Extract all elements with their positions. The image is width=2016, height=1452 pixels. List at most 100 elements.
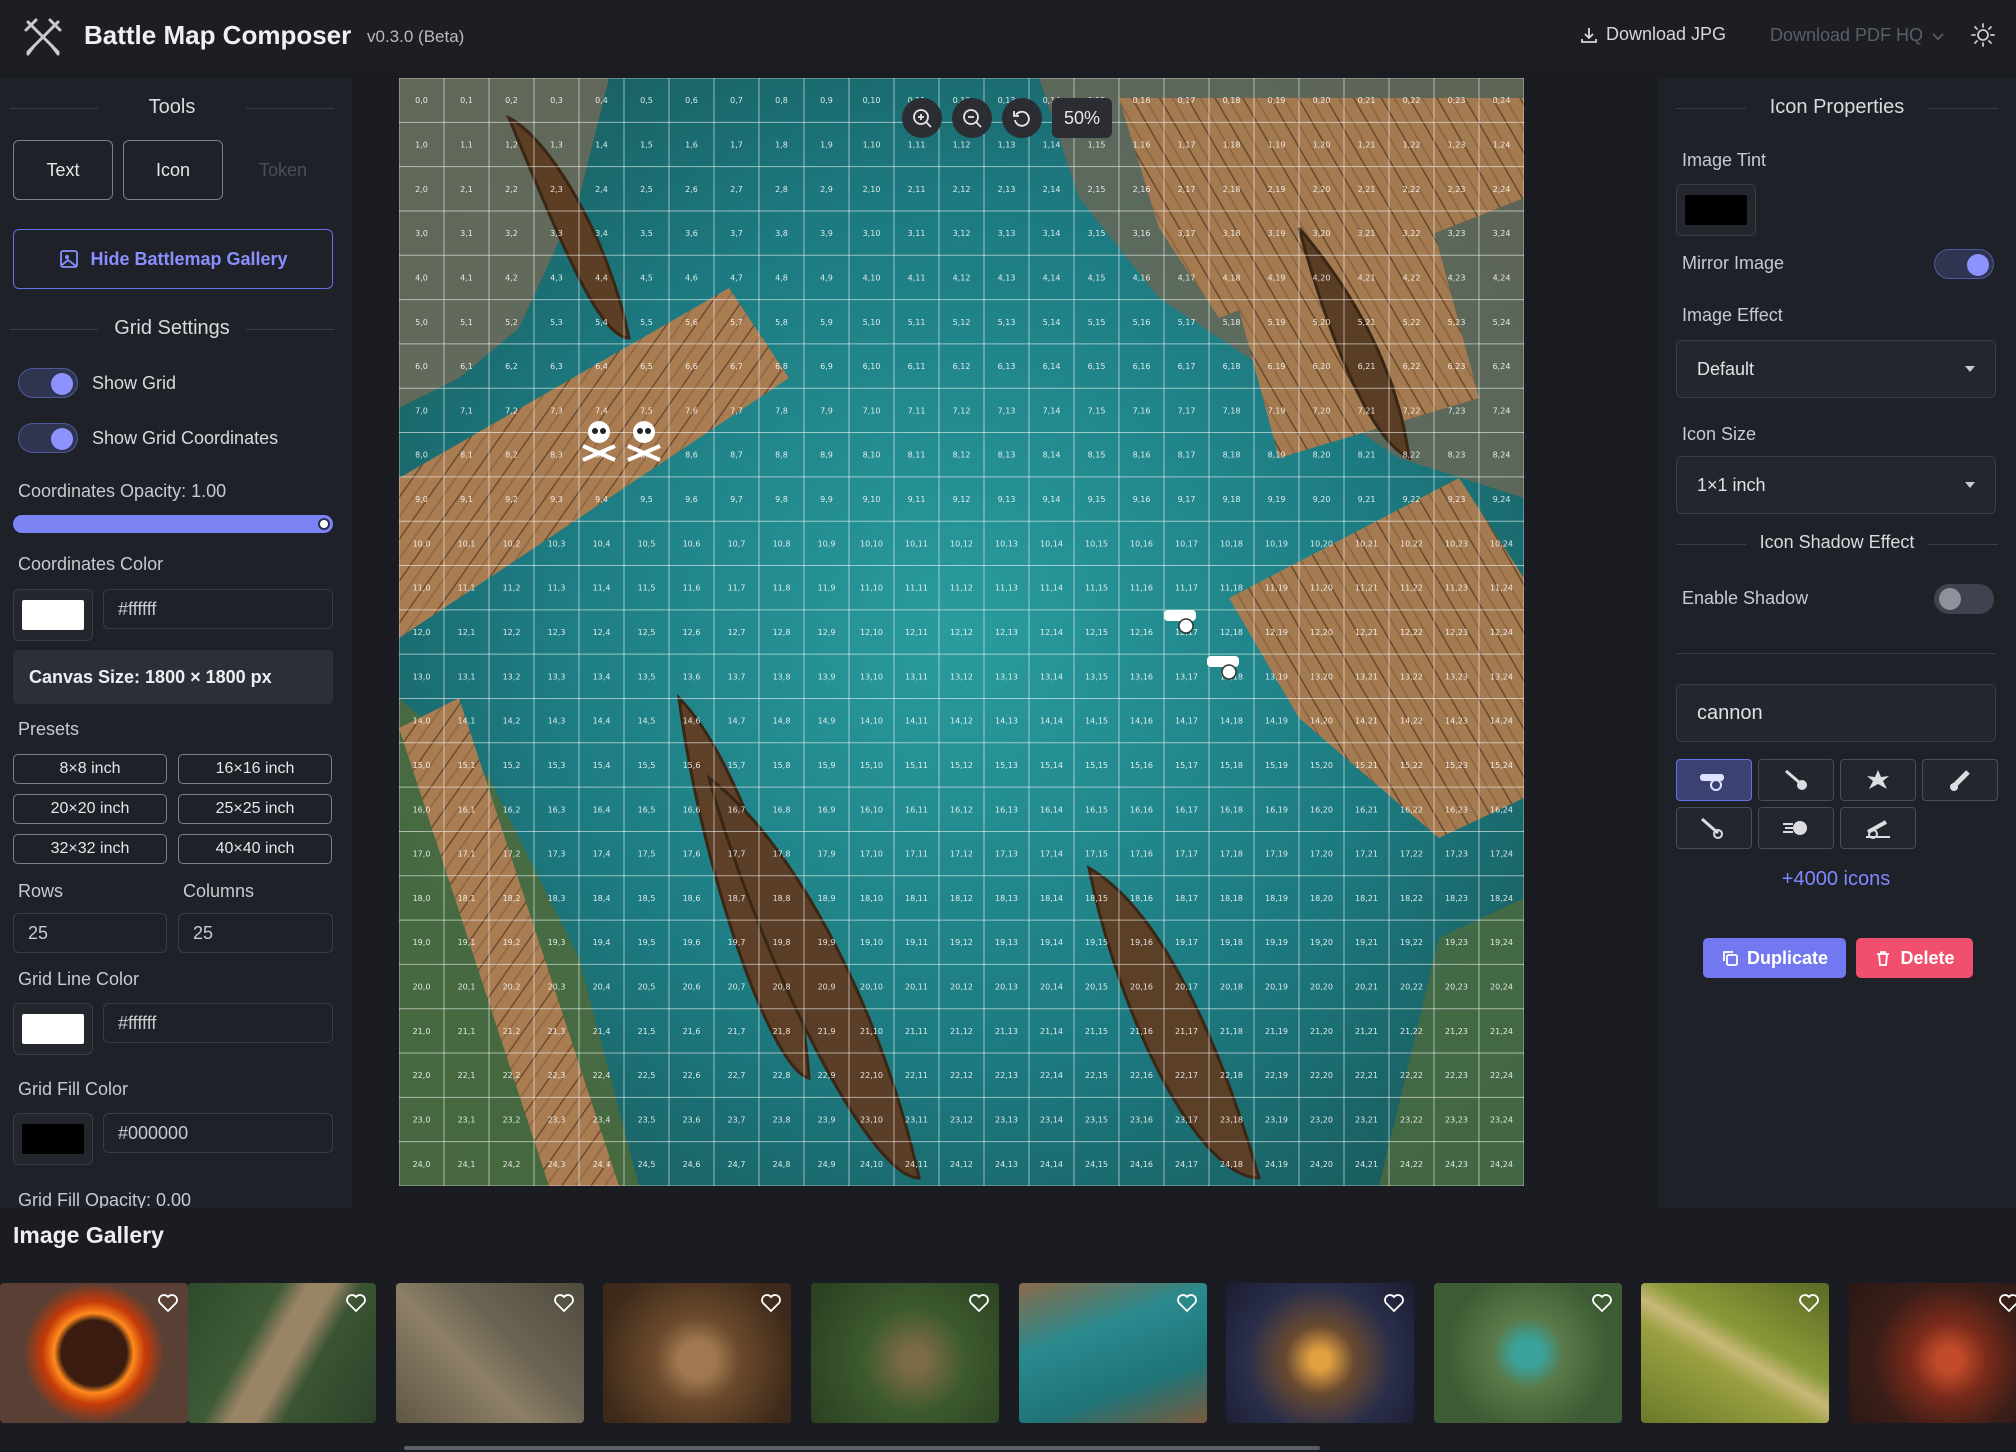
gallery-thumb-lava-ring[interactable]	[0, 1283, 188, 1423]
hide-gallery-button[interactable]: Hide Battlemap Gallery	[13, 229, 333, 289]
gallery-thumb-forest-bridge[interactable]	[188, 1283, 376, 1423]
cannon-fuse-icon[interactable]	[1676, 807, 1752, 849]
grid-coordinate-label: 11,0	[413, 584, 431, 593]
preset-button[interactable]: 20×20 inch	[13, 794, 167, 824]
gallery-thumb-grassland-paths[interactable]	[1641, 1283, 1829, 1423]
delete-button[interactable]: Delete	[1856, 938, 1973, 978]
gallery-thumb-harbor-docks[interactable]	[1019, 1283, 1207, 1423]
preset-button[interactable]: 40×40 inch	[178, 834, 332, 864]
gallery-thumb-fire-temple[interactable]	[1849, 1283, 2016, 1423]
cannon-icon[interactable]	[1676, 759, 1752, 801]
grid-coordinate-label: 24,15	[1085, 1160, 1108, 1169]
grid-coordinate-label: 22,8	[773, 1071, 791, 1080]
grid-coordinate-label: 14,8	[773, 717, 791, 726]
gallery-thumb-forest-camp[interactable]	[811, 1283, 999, 1423]
icon-size-select[interactable]: 1×1 inch	[1676, 456, 1996, 514]
grid-coordinate-label: 14,3	[548, 717, 566, 726]
image-tint-swatch[interactable]	[1676, 184, 1756, 236]
grid-coordinate-label: 19,22	[1400, 938, 1423, 947]
grid-coordinate-label: 2,4	[595, 185, 608, 194]
coord-opacity-slider[interactable]	[13, 515, 333, 533]
grid-coordinate-label: 14,4	[593, 717, 611, 726]
grid-coordinate-label: 3,5	[640, 229, 653, 238]
coord-color-input[interactable]: #ffffff	[103, 589, 333, 629]
gallery-thumb-arcane-chamber[interactable]	[1226, 1283, 1414, 1423]
download-jpg-button[interactable]: Download JPG	[1580, 24, 1726, 45]
mortar-icon[interactable]	[1922, 759, 1998, 801]
rows-input[interactable]: 25	[13, 913, 167, 953]
heart-icon[interactable]	[553, 1292, 575, 1314]
grid-coordinate-label: 15,17	[1175, 761, 1198, 770]
show-coords-toggle[interactable]	[18, 423, 78, 453]
heart-icon[interactable]	[760, 1292, 782, 1314]
line-color-swatch[interactable]	[13, 1003, 93, 1055]
grid-coordinate-label: 12,8	[773, 628, 791, 637]
reset-zoom-button[interactable]	[1002, 98, 1042, 138]
download-pdf-button[interactable]: Download PDF HQ	[1770, 25, 1945, 46]
field-cannon-icon[interactable]	[1840, 807, 1916, 849]
grid-coordinate-label: 20,11	[905, 983, 928, 992]
image-effect-select[interactable]: Default	[1676, 340, 1996, 398]
preset-button[interactable]: 8×8 inch	[13, 754, 167, 784]
grid-coordinate-label: 8,16	[1133, 451, 1151, 460]
icon-search-input[interactable]: cannon	[1676, 684, 1996, 742]
grid-coordinate-label: 19,21	[1355, 938, 1378, 947]
grid-coordinate-label: 13,0	[413, 672, 431, 681]
heart-icon[interactable]	[157, 1292, 179, 1314]
grid-coordinate-label: 9,10	[863, 495, 881, 504]
enable-shadow-toggle[interactable]	[1934, 584, 1994, 614]
preset-button[interactable]: 16×16 inch	[178, 754, 332, 784]
grid-coordinate-label: 18,7	[728, 894, 746, 903]
preset-button[interactable]: 25×25 inch	[178, 794, 332, 824]
preset-button[interactable]: 32×32 inch	[13, 834, 167, 864]
grid-coordinate-label: 18,9	[818, 894, 836, 903]
heart-icon[interactable]	[1998, 1292, 2016, 1314]
grid-coordinate-label: 13,10	[860, 672, 883, 681]
battle-map-image[interactable]: 0,00,10,20,30,40,50,60,70,80,90,100,110,…	[399, 78, 1524, 1186]
mirror-image-toggle[interactable]	[1934, 249, 1994, 279]
gallery-thumb-ruins-crossroads[interactable]	[396, 1283, 584, 1423]
grid-coordinate-label: 11,17	[1175, 584, 1198, 593]
heart-icon[interactable]	[345, 1292, 367, 1314]
text-tool-button[interactable]: Text	[13, 140, 113, 200]
cannon-blast-icon[interactable]	[1840, 759, 1916, 801]
gallery-scrollbar[interactable]	[404, 1446, 1320, 1450]
zoom-out-button[interactable]	[952, 98, 992, 138]
grid-coordinate-label: 14,15	[1085, 717, 1108, 726]
cannonball-icon[interactable]	[1758, 759, 1834, 801]
columns-input[interactable]: 25	[178, 913, 333, 953]
grid-coordinate-label: 14,22	[1400, 717, 1423, 726]
fill-color-swatch[interactable]	[13, 1113, 93, 1165]
fill-color-input[interactable]: #000000	[103, 1113, 333, 1153]
grid-coordinate-label: 20,21	[1355, 983, 1378, 992]
grid-coordinate-label: 21,11	[905, 1027, 928, 1036]
divider	[1676, 653, 1996, 654]
cannonball-fire-icon[interactable]	[1758, 807, 1834, 849]
grid-coordinate-label: 12,22	[1400, 628, 1423, 637]
gallery-thumb-dungeon-hall[interactable]	[603, 1283, 791, 1423]
grid-coordinate-label: 7,7	[730, 406, 743, 415]
grid-coordinate-label: 24,9	[818, 1160, 836, 1169]
zoom-in-button[interactable]	[902, 98, 942, 138]
sun-icon[interactable]	[1970, 22, 1996, 48]
icon-tool-button[interactable]: Icon	[123, 140, 223, 200]
grid-coordinate-label: 10,8	[773, 539, 791, 548]
grid-coordinate-label: 9,12	[953, 495, 971, 504]
coord-color-swatch[interactable]	[13, 589, 93, 641]
show-grid-toggle[interactable]	[18, 368, 78, 398]
grid-coordinate-label: 7,23	[1448, 406, 1466, 415]
gallery-thumb-jungle-pool[interactable]	[1434, 1283, 1622, 1423]
battle-map-canvas[interactable]: 0,00,10,20,30,40,50,60,70,80,90,100,110,…	[399, 78, 1524, 1186]
grid-coordinate-label: 6,10	[863, 362, 881, 371]
heart-icon[interactable]	[1591, 1292, 1613, 1314]
line-color-input[interactable]: #ffffff	[103, 1003, 333, 1043]
heart-icon[interactable]	[1383, 1292, 1405, 1314]
grid-coordinate-label: 19,9	[818, 938, 836, 947]
more-icons-link[interactable]: +4000 icons	[1676, 868, 1996, 891]
duplicate-button[interactable]: Duplicate	[1703, 938, 1846, 978]
slider-thumb[interactable]	[318, 518, 330, 530]
token-tool-button[interactable]: Token	[233, 140, 333, 200]
heart-icon[interactable]	[1176, 1292, 1198, 1314]
heart-icon[interactable]	[1798, 1292, 1820, 1314]
heart-icon[interactable]	[968, 1292, 990, 1314]
